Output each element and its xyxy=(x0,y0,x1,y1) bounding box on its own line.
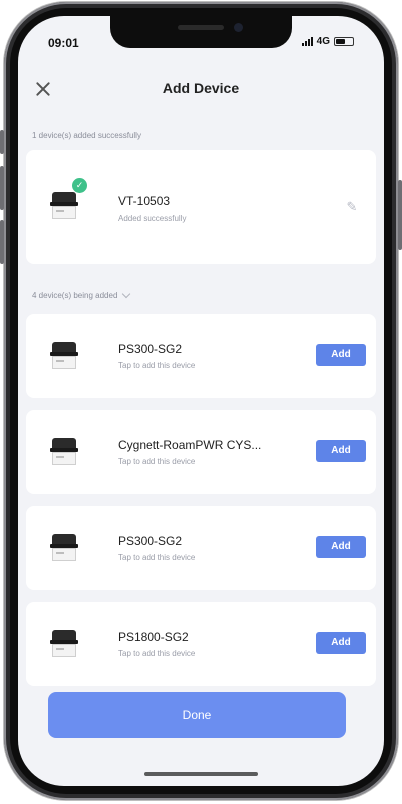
device-name: Cygnett-RoamPWR CYS... xyxy=(118,438,262,452)
device-hint: Tap to add this device xyxy=(118,457,196,466)
device-status: Added successfully xyxy=(118,214,187,223)
device-icon xyxy=(50,532,78,562)
device-hint: Tap to add this device xyxy=(118,361,196,370)
device-hint: Tap to add this device xyxy=(118,649,196,658)
device-name: VT-10503 xyxy=(118,194,171,208)
pending-section-label: 4 device(s) being added xyxy=(32,289,131,300)
device-name: PS1800-SG2 xyxy=(118,630,189,644)
power-button xyxy=(398,180,402,250)
add-button[interactable]: Add xyxy=(316,536,366,558)
volume-down-button xyxy=(0,166,4,210)
status-indicators: 4G xyxy=(301,36,354,47)
status-time: 09:01 xyxy=(48,36,79,50)
pending-device-card[interactable]: PS300-SG2 Tap to add this device Add xyxy=(26,314,376,398)
device-icon xyxy=(50,436,78,466)
volume-up-button xyxy=(0,130,4,154)
pending-device-card[interactable]: PS1800-SG2 Tap to add this device Add xyxy=(26,602,376,686)
add-button[interactable]: Add xyxy=(316,632,366,654)
page-title: Add Device xyxy=(162,80,240,96)
header: Add Device xyxy=(18,74,384,104)
add-button[interactable]: Add xyxy=(316,344,366,366)
device-icon xyxy=(50,190,78,220)
device-hint: Tap to add this device xyxy=(118,553,196,562)
add-button[interactable]: Add xyxy=(316,440,366,462)
chevron-down-icon[interactable] xyxy=(122,289,131,299)
app-screen: 09:01 4G Add Device 1 device(s) added su… xyxy=(18,16,384,786)
notch xyxy=(110,16,292,48)
device-name: PS300-SG2 xyxy=(118,342,183,356)
edit-icon[interactable]: ✎ xyxy=(344,199,360,215)
pending-device-card[interactable]: PS300-SG2 Tap to add this device Add xyxy=(26,506,376,590)
check-icon: ✓ xyxy=(72,178,87,193)
volume-side-button xyxy=(0,220,4,264)
pending-device-card[interactable]: Cygnett-RoamPWR CYS... Tap to add this d… xyxy=(26,410,376,494)
speaker-grille xyxy=(178,25,224,30)
battery-icon xyxy=(334,37,354,46)
front-camera xyxy=(234,23,243,32)
network-type: 4G xyxy=(316,36,330,47)
done-button[interactable]: Done xyxy=(48,692,346,738)
added-device-card[interactable]: ✓ VT-10503 Added successfully ✎ xyxy=(26,150,376,264)
added-section-label: 1 device(s) added successfully xyxy=(32,131,141,140)
device-icon xyxy=(50,628,78,658)
device-name: PS300-SG2 xyxy=(118,534,183,548)
device-icon xyxy=(50,340,78,370)
pending-section-text: 4 device(s) being added xyxy=(32,291,118,300)
signal-icon xyxy=(301,37,313,46)
home-indicator[interactable] xyxy=(144,772,258,776)
